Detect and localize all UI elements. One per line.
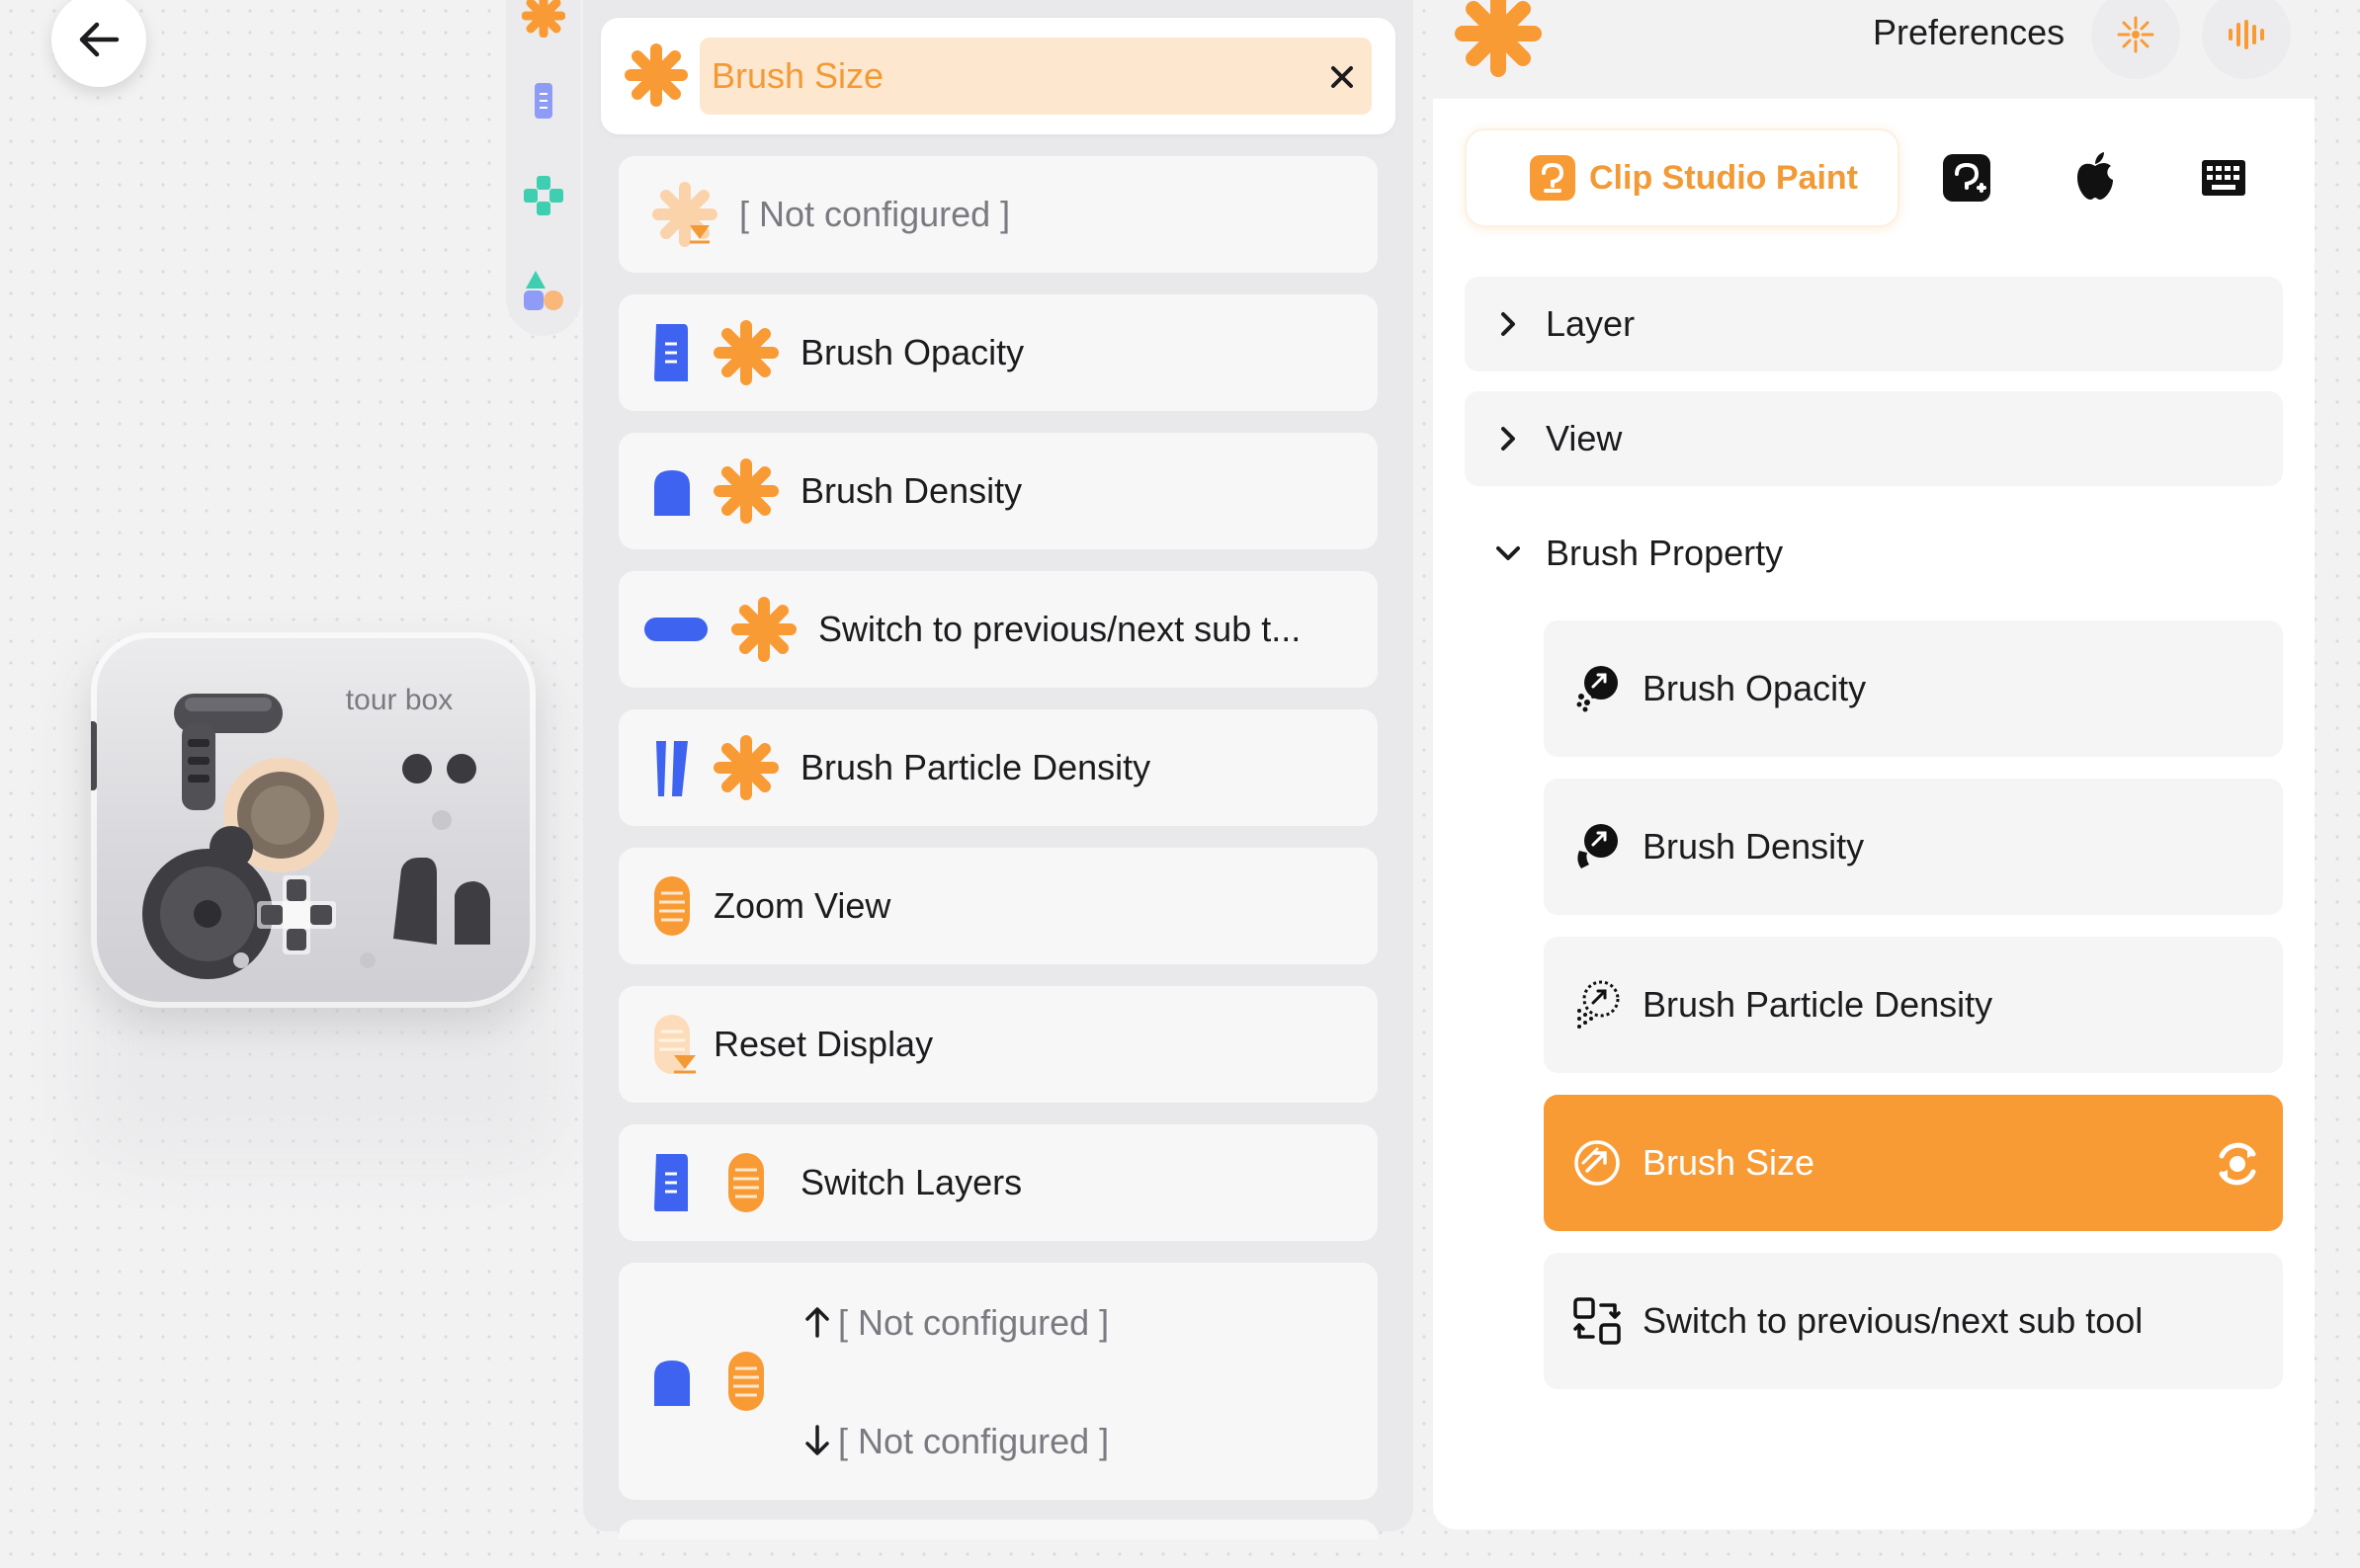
device-art: tour box [91, 684, 490, 979]
list-item[interactable]: Brush Particle Density [619, 709, 1378, 826]
button-category-icon[interactable] [533, 81, 554, 121]
scroll-wheel-pending-icon [654, 1015, 696, 1074]
dial-icon [731, 597, 797, 662]
back-button[interactable] [51, 0, 146, 87]
dial-icon [1455, 0, 1542, 77]
side-buttons-icon [656, 741, 688, 796]
app-tab-clip-studio-paint[interactable]: Clip Studio Paint [1465, 128, 1899, 227]
combo-list-item[interactable] [619, 1263, 1378, 1500]
list-item-label: [ Not configured ] [739, 194, 1011, 234]
shapes-category-icon[interactable] [520, 267, 567, 314]
app-tab-label: Clip Studio Paint [1589, 158, 1858, 197]
list-item[interactable]: Switch Layers [619, 1124, 1378, 1241]
category-view[interactable]: View [1465, 391, 2283, 486]
dial-pending-icon [652, 182, 717, 247]
switch-tool-icon [1573, 1297, 1621, 1345]
dial-settings-icon [2117, 16, 2154, 53]
list-item[interactable]: Reset Display [619, 986, 1378, 1103]
category-label: Brush Property [1546, 533, 1784, 573]
brush-item-label: Brush Size [1643, 1142, 1815, 1183]
category-layer[interactable]: Layer [1465, 277, 2283, 371]
gamepad-category-icon[interactable] [522, 174, 565, 217]
brush-density-icon [1577, 824, 1618, 868]
close-icon[interactable] [1328, 63, 1356, 91]
tall-button-icon [654, 1154, 688, 1211]
category-label: Layer [1546, 303, 1636, 344]
dial-icon [625, 43, 688, 107]
selected-mapping-label: Brush Size [712, 55, 885, 96]
list-item-label: Switch Layers [801, 1162, 1023, 1202]
short-button-icon [654, 470, 690, 516]
scroll-wheel-icon [728, 1352, 764, 1411]
dial-icon [714, 458, 779, 524]
audio-wave-icon [2229, 20, 2264, 49]
brush-particle-density-icon [1577, 980, 1620, 1029]
list-item-label: Zoom View [714, 885, 891, 926]
brush-particle-density-item[interactable]: Brush Particle Density [1544, 937, 2283, 1073]
list-item-label: Brush Density [801, 470, 1023, 511]
dial-icon [714, 735, 779, 800]
tourbox-device: tour box [91, 632, 536, 1008]
tall-button-icon [654, 324, 688, 381]
list-item-label: Brush Particle Density [801, 747, 1151, 787]
category-brush-property[interactable]: Brush Property [1465, 506, 2283, 601]
combo-up-label: [ Not configured ] [838, 1302, 1110, 1343]
brush-density-item[interactable]: Brush Density [1544, 779, 2283, 915]
brush-size-icon [1574, 1140, 1620, 1186]
brush-opacity-icon [1576, 666, 1618, 712]
preferences-label[interactable]: Preferences [1873, 12, 2065, 53]
category-rail [506, 0, 581, 336]
clip-studio-mono-icon[interactable] [1941, 152, 1992, 204]
brush-item-label: Brush Particle Density [1643, 984, 1993, 1025]
list-item[interactable]: Switch to previous/next sub t... [619, 571, 1378, 688]
list-item[interactable]: Brush Opacity [619, 294, 1378, 411]
brush-item-label: Brush Density [1643, 826, 1865, 867]
brush-item-label: Switch to previous/next sub tool [1643, 1300, 2144, 1341]
list-item-label: Switch to previous/next sub t... [818, 609, 1302, 649]
arrow-up-icon [805, 1307, 829, 1338]
switch-sub-tool-item[interactable]: Switch to previous/next sub tool [1544, 1253, 2283, 1389]
apple-icon[interactable] [2073, 150, 2117, 202]
list-item-label: Brush Opacity [801, 332, 1025, 372]
arrow-left-icon [79, 22, 120, 57]
brush-size-item[interactable]: Brush Size [1544, 1095, 2283, 1231]
list-item-label: Reset Display [714, 1024, 934, 1064]
scroll-wheel-icon [728, 1153, 764, 1212]
chevron-down-icon [1496, 546, 1520, 560]
clip-studio-icon [1530, 155, 1575, 201]
brush-item-label: Brush Opacity [1643, 668, 1867, 708]
dial-assigned-icon [2219, 1142, 2256, 1186]
list-item[interactable]: Zoom View [619, 848, 1378, 964]
combo-down-label: [ Not configured ] [838, 1421, 1110, 1461]
keyboard-icon[interactable] [2200, 158, 2247, 198]
chevron-right-icon [1501, 312, 1515, 336]
chevron-right-icon [1501, 427, 1515, 451]
list-item[interactable]: Brush Density [619, 433, 1378, 549]
arrow-down-icon [805, 1425, 829, 1455]
dial-icon [714, 320, 779, 385]
short-button-icon [654, 1361, 690, 1406]
dial-category-icon[interactable] [522, 0, 565, 38]
brush-opacity-item[interactable]: Brush Opacity [1544, 620, 2283, 757]
category-label: View [1546, 418, 1623, 458]
long-button-icon [644, 618, 708, 641]
scroll-wheel-icon [654, 876, 690, 936]
list-item-partial [619, 1520, 1378, 1539]
list-item[interactable]: [ Not configured ] [619, 156, 1378, 273]
device-logo-line1: tour box [346, 684, 453, 716]
